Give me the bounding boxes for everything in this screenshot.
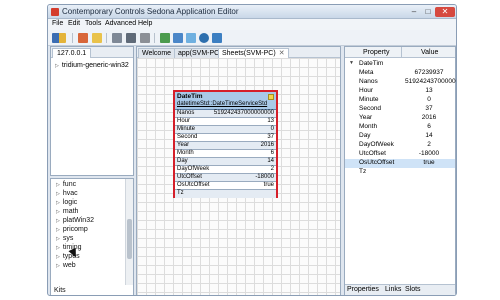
table-row[interactable]: Second 37 (345, 105, 455, 114)
tab-kits[interactable]: Kits (54, 287, 66, 294)
tab-links[interactable]: Links (385, 286, 401, 293)
window-title: Contemporary Controls Sedona Application… (62, 7, 239, 16)
open-icon[interactable] (78, 33, 88, 43)
table-row[interactable]: Minute 0 (345, 96, 455, 105)
menu-file[interactable]: File (52, 20, 63, 27)
table-row[interactable]: Tz (345, 168, 455, 177)
app-logo-icon (51, 8, 59, 16)
slot-row[interactable]: Minute 0 (175, 126, 276, 134)
menu-bar: File Edit Tools Advanced Help (48, 19, 456, 30)
user-icon[interactable] (199, 33, 209, 43)
close-tab-icon[interactable]: ✕ (279, 50, 285, 57)
maximize-button[interactable]: □ (422, 7, 434, 17)
menu-tools[interactable]: Tools (85, 20, 101, 27)
table-row-selected[interactable]: OsUtcOffset true (345, 159, 455, 168)
tab-properties[interactable]: Properties (347, 286, 379, 293)
table-row[interactable]: Meta 67239937 (345, 69, 455, 78)
sync-icon[interactable] (186, 33, 196, 43)
save-icon[interactable] (173, 33, 183, 43)
slot-row[interactable]: Second 37 (175, 134, 276, 142)
slot-row[interactable]: DayOfWeek 2 (175, 166, 276, 174)
list-item[interactable]: ▷ math (56, 208, 78, 215)
kits-scrollbar[interactable] (125, 179, 133, 285)
slot-row[interactable]: UtcOffset -18000 (175, 174, 276, 182)
app-window: Contemporary Controls Sedona Application… (47, 4, 457, 296)
property-group[interactable]: ▼ DateTim (345, 60, 455, 69)
close-window-button[interactable]: ✕ (435, 7, 455, 17)
menu-edit[interactable]: Edit (68, 20, 80, 27)
menu-help[interactable]: Help (138, 20, 152, 27)
datetime-component[interactable]: DateTim datetimeStd::DateTimeServiceStd … (173, 90, 278, 198)
sheet-editor: Welcome app(SVM-PC) Sheets(SVM-PC) ✕ Date… (136, 46, 341, 295)
device-tree-panel: 127.0.0.1 ▷ tridium-generic-win32 (50, 46, 134, 176)
tab-slots[interactable]: Slots (405, 286, 421, 293)
component-type: datetimeStd::DateTimeServiceStd (177, 101, 268, 107)
properties-header: Property Value (345, 47, 455, 58)
title-bar: Contemporary Controls Sedona Application… (48, 5, 456, 19)
properties-panel: Property Value ▼ DateTim Meta 67239937 Nan… (344, 46, 456, 295)
slot-row[interactable]: Day 14 (175, 158, 276, 166)
list-item[interactable]: ▷ web (56, 262, 76, 269)
status-icon (268, 94, 274, 100)
list-item[interactable]: ▷ sys (56, 235, 73, 242)
list-item[interactable]: ▷ logic (56, 199, 77, 206)
tab-sheets[interactable]: Sheets(SVM-PC) ✕ (218, 48, 289, 58)
table-row[interactable]: UtcOffset -18000 (345, 150, 455, 159)
col-property: Property (363, 49, 390, 56)
run-icon[interactable] (160, 33, 170, 43)
properties-tabs: Properties Links Slots (345, 284, 455, 295)
list-item[interactable]: ▷ pricomp (56, 226, 88, 233)
connect-icon[interactable] (92, 33, 102, 43)
slot-row[interactable]: Tz (175, 190, 276, 198)
wiresheet-canvas[interactable]: DateTim datetimeStd::DateTimeServiceStd … (137, 58, 340, 295)
list-item[interactable]: ▷ hvac (56, 190, 78, 197)
table-row[interactable]: Year 2016 (345, 114, 455, 123)
monitor-icon[interactable] (212, 33, 222, 43)
col-value: Value (421, 49, 439, 56)
table-row[interactable]: DayOfWeek 2 (345, 141, 455, 150)
table-row[interactable]: Nanos 519242437000000 (345, 78, 456, 87)
slot-row[interactable]: OsUtcOffset true (175, 182, 276, 190)
component-name: DateTim (177, 93, 203, 100)
slot-row[interactable]: Nanos 519242437000000000 (175, 110, 276, 118)
expand-arrow-icon[interactable]: ▷ (55, 63, 59, 69)
copy-icon[interactable] (112, 33, 122, 43)
list-item[interactable]: ▷ func (56, 181, 76, 188)
tab-welcome[interactable]: Welcome (138, 48, 176, 58)
menu-advanced[interactable]: Advanced (105, 20, 136, 27)
list-item[interactable]: ▷ platWin32 (56, 217, 94, 224)
slot-row[interactable]: Year 2016 (175, 142, 276, 150)
scroll-thumb[interactable] (127, 219, 132, 259)
tree-item-device[interactable]: ▷ tridium-generic-win32 (55, 62, 129, 69)
table-row[interactable]: Day 14 (345, 132, 455, 141)
table-row[interactable]: Month 6 (345, 123, 455, 132)
tab-device[interactable]: 127.0.0.1 (52, 48, 92, 58)
slot-row[interactable]: Month 6 (175, 150, 276, 158)
table-row[interactable]: Hour 13 (345, 87, 455, 96)
delete-icon[interactable] (140, 33, 150, 43)
slot-row[interactable]: Hour 13 (175, 118, 276, 126)
toolbar (48, 30, 456, 46)
kits-panel: ▷ func ▷ hvac ▷ logic ▷ math ▷ platWin32 ▷ pri… (50, 178, 134, 295)
collapse-arrow-icon: ▼ (349, 60, 354, 66)
layout-icon[interactable] (52, 33, 66, 43)
paste-icon[interactable] (126, 33, 136, 43)
minimize-button[interactable]: – (408, 7, 420, 17)
